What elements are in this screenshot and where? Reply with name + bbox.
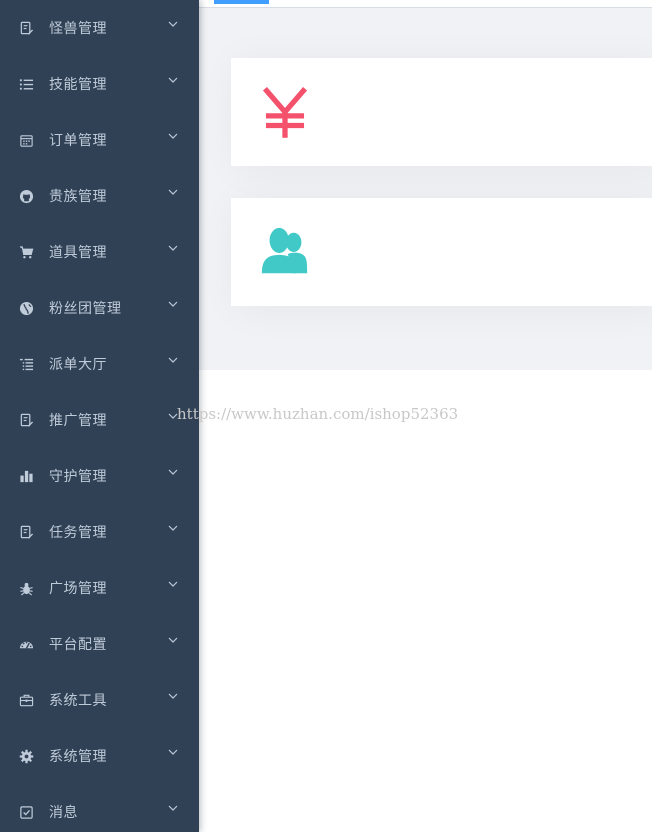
peoples-icon bbox=[257, 224, 313, 280]
sidebar-item-label: 推广管理 bbox=[49, 413, 107, 429]
yen-icon bbox=[257, 84, 313, 140]
sidebar-item-label: 平台配置 bbox=[49, 637, 107, 653]
chevron-down-icon bbox=[167, 186, 179, 198]
gear-icon bbox=[18, 748, 34, 764]
sidebar-item-dispatch-hall[interactable]: 派单大厅 bbox=[0, 336, 199, 392]
bug-icon bbox=[18, 580, 34, 596]
sidebar-item-monster[interactable]: 怪兽管理 bbox=[0, 0, 199, 56]
shopping-cart-icon bbox=[18, 244, 34, 260]
edit-form-icon bbox=[18, 20, 34, 36]
chevron-down-icon bbox=[167, 578, 179, 590]
chevron-down-icon bbox=[167, 18, 179, 30]
edit-form-icon bbox=[18, 524, 34, 540]
sidebar-item-label: 广场管理 bbox=[49, 581, 107, 597]
bar-chart-icon bbox=[18, 468, 34, 484]
sidebar-item-label: 贵族管理 bbox=[49, 189, 107, 205]
main-content bbox=[199, 0, 652, 832]
sidebar-item-fanclub[interactable]: 粉丝团管理 bbox=[0, 280, 199, 336]
sidebar-item-task[interactable]: 任务管理 bbox=[0, 504, 199, 560]
tags-view-bar bbox=[199, 0, 652, 8]
globe-icon bbox=[18, 300, 34, 316]
app-root: 怪兽管理 技能管理 订单管理 贵族管理 道具管理 粉丝团管理 派单大厅 推广管理… bbox=[0, 0, 652, 832]
sidebar-item-promotion[interactable]: 推广管理 bbox=[0, 392, 199, 448]
sidebar-item-label: 技能管理 bbox=[49, 77, 107, 93]
sidebar-item-square[interactable]: 广场管理 bbox=[0, 560, 199, 616]
sidebar-item-label: 怪兽管理 bbox=[49, 21, 107, 37]
sidebar: 怪兽管理 技能管理 订单管理 贵族管理 道具管理 粉丝团管理 派单大厅 推广管理… bbox=[0, 0, 199, 832]
chevron-down-icon bbox=[167, 74, 179, 86]
active-tab-indicator[interactable] bbox=[214, 0, 269, 4]
edit-form-icon bbox=[18, 412, 34, 428]
chevron-down-icon bbox=[167, 802, 179, 814]
chevron-down-icon bbox=[167, 746, 179, 758]
checkbox-icon bbox=[18, 804, 34, 820]
chevron-down-icon bbox=[167, 690, 179, 702]
sidebar-item-label: 守护管理 bbox=[49, 469, 107, 485]
sidebar-item-guard[interactable]: 守护管理 bbox=[0, 448, 199, 504]
calendar-icon bbox=[18, 132, 34, 148]
github-icon bbox=[18, 188, 34, 204]
sidebar-item-label: 派单大厅 bbox=[49, 357, 107, 373]
sidebar-item-label: 粉丝团管理 bbox=[49, 301, 122, 317]
sidebar-item-platform-config[interactable]: 平台配置 bbox=[0, 616, 199, 672]
chevron-down-icon bbox=[167, 130, 179, 142]
tree-list-icon bbox=[18, 356, 34, 372]
sidebar-item-noble[interactable]: 贵族管理 bbox=[0, 168, 199, 224]
sidebar-item-system-tools[interactable]: 系统工具 bbox=[0, 672, 199, 728]
sidebar-item-label: 消息 bbox=[49, 805, 78, 821]
chevron-down-icon bbox=[167, 242, 179, 254]
sidebar-item-label: 系统工具 bbox=[49, 693, 107, 709]
card-panel-users[interactable] bbox=[231, 198, 652, 306]
sidebar-item-props[interactable]: 道具管理 bbox=[0, 224, 199, 280]
sidebar-item-skill[interactable]: 技能管理 bbox=[0, 56, 199, 112]
dashboard-icon bbox=[18, 636, 34, 652]
sidebar-item-label: 订单管理 bbox=[49, 133, 107, 149]
dashboard-panel-group bbox=[199, 8, 652, 370]
chevron-down-icon bbox=[167, 298, 179, 310]
chevron-down-icon bbox=[167, 522, 179, 534]
chevron-down-icon bbox=[167, 410, 179, 422]
chevron-down-icon bbox=[167, 354, 179, 366]
sidebar-item-label: 系统管理 bbox=[49, 749, 107, 765]
list-icon bbox=[18, 76, 34, 92]
sidebar-item-order[interactable]: 订单管理 bbox=[0, 112, 199, 168]
chevron-down-icon bbox=[167, 634, 179, 646]
sidebar-item-label: 任务管理 bbox=[49, 525, 107, 541]
sidebar-item-system-management[interactable]: 系统管理 bbox=[0, 728, 199, 784]
sidebar-item-label: 道具管理 bbox=[49, 245, 107, 261]
toolbox-icon bbox=[18, 692, 34, 708]
card-panel-revenue[interactable] bbox=[231, 58, 652, 166]
chevron-down-icon bbox=[167, 466, 179, 478]
sidebar-item-messages[interactable]: 消息 bbox=[0, 784, 199, 832]
